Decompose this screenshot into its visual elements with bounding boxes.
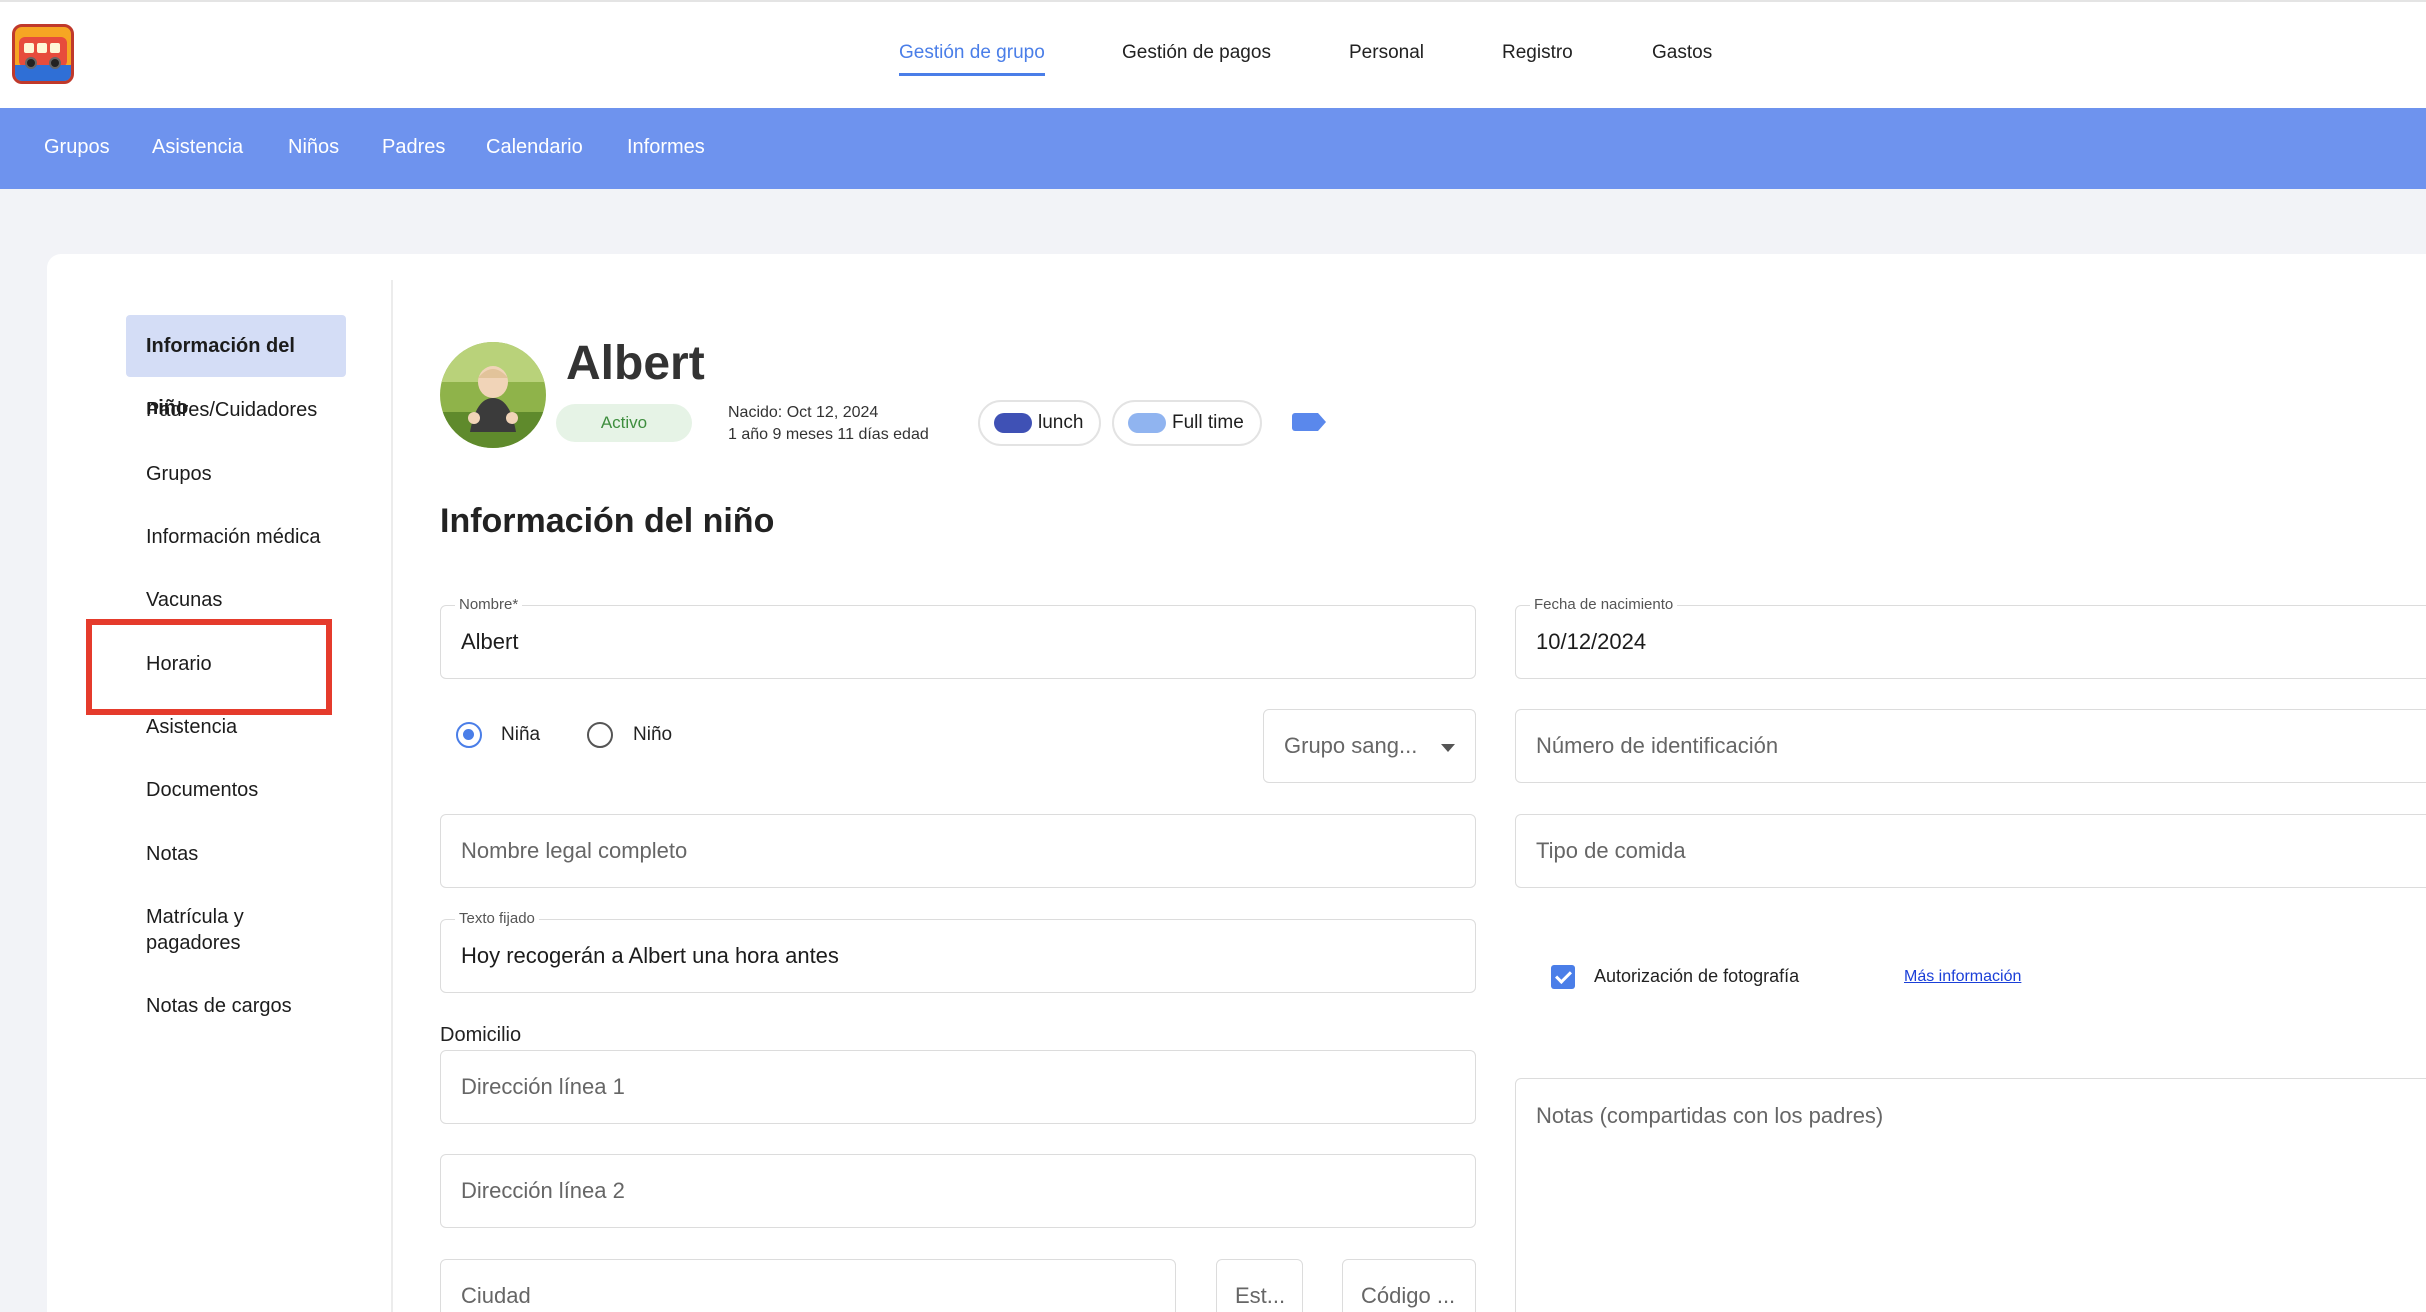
sub-nav-bar: Grupos Asistencia Niños Padres Calendari… bbox=[0, 108, 2426, 189]
sidebar-item-informacion-medica[interactable]: Información médica bbox=[126, 524, 346, 550]
subnav-informes[interactable]: Informes bbox=[627, 136, 705, 159]
address-line-1-field[interactable]: Dirección línea 1 bbox=[440, 1050, 1476, 1124]
food-type-placeholder: Tipo de comida bbox=[1536, 838, 1686, 863]
child-avatar bbox=[440, 342, 546, 448]
birth-date-field[interactable]: Fecha de nacimiento 10/12/2024 bbox=[1515, 596, 2426, 679]
topnav-personal[interactable]: Personal bbox=[1349, 42, 1424, 64]
topnav-gestion-grupo[interactable]: Gestión de grupo bbox=[899, 42, 1045, 76]
food-type-field[interactable]: Tipo de comida bbox=[1515, 814, 2426, 888]
pinned-text-field[interactable]: Texto fijado Hoy recogerán a Albert una … bbox=[440, 910, 1476, 993]
topnav-gastos[interactable]: Gastos bbox=[1652, 42, 1712, 64]
radio-nina[interactable] bbox=[456, 722, 482, 748]
tag-label: Full time bbox=[1172, 412, 1244, 433]
sidebar-item-documentos[interactable]: Documentos bbox=[126, 777, 346, 803]
state-placeholder: Est... bbox=[1235, 1283, 1286, 1308]
chevron-down-icon bbox=[1441, 744, 1455, 752]
highlight-box bbox=[86, 619, 332, 715]
notes-placeholder: Notas (compartidas con los padres) bbox=[1536, 1103, 1884, 1128]
sidebar-item-informacion-nino[interactable]: Información del niño bbox=[126, 315, 346, 419]
state-field[interactable]: Est... bbox=[1216, 1259, 1303, 1312]
first-name-value: Albert bbox=[461, 629, 519, 654]
sidebar-item-padres[interactable]: Padres/Cuidadores bbox=[126, 397, 346, 423]
sidebar-item-notas[interactable]: Notas bbox=[126, 841, 346, 867]
tag-color-dot bbox=[994, 413, 1032, 433]
legal-name-placeholder: Nombre legal completo bbox=[461, 838, 688, 863]
city-placeholder: Ciudad bbox=[461, 1283, 531, 1308]
app-logo[interactable] bbox=[12, 24, 74, 84]
radio-nina-label: Niña bbox=[501, 724, 541, 745]
zip-placeholder: Código ... bbox=[1361, 1283, 1456, 1308]
more-info-link[interactable]: Más información bbox=[1904, 968, 2021, 986]
section-title: Información del niño bbox=[440, 502, 775, 540]
child-name: Albert bbox=[566, 337, 705, 390]
subnav-ninos[interactable]: Niños bbox=[288, 136, 339, 159]
first-name-field[interactable]: Nombre* Albert bbox=[440, 596, 1476, 679]
tag-full-time[interactable]: Full time bbox=[1112, 400, 1262, 446]
status-badge: Activo bbox=[556, 404, 692, 442]
tag-lunch[interactable]: lunch bbox=[978, 400, 1102, 446]
address-line-2-placeholder: Dirección línea 2 bbox=[461, 1178, 625, 1203]
pinned-text-value: Hoy recogerán a Albert una hora antes bbox=[461, 943, 839, 968]
address-line-1-placeholder: Dirección línea 1 bbox=[461, 1074, 625, 1099]
blood-group-placeholder: Grupo sang... bbox=[1284, 733, 1418, 758]
tag-color-dot bbox=[1128, 413, 1166, 433]
sidebar-item-asistencia[interactable]: Asistencia bbox=[126, 714, 346, 740]
topnav-registro[interactable]: Registro bbox=[1502, 42, 1573, 64]
sidebar-item-notas-cargos[interactable]: Notas de cargos bbox=[126, 993, 346, 1019]
birth-info: Nacido: Oct 12, 2024 1 año 9 meses 11 dí… bbox=[728, 402, 929, 446]
sidebar-divider bbox=[391, 280, 393, 1312]
subnav-padres[interactable]: Padres bbox=[382, 136, 445, 159]
sidebar-item-matricula[interactable]: Matrícula y pagadores bbox=[126, 904, 326, 956]
subnav-calendario[interactable]: Calendario bbox=[486, 136, 583, 159]
topnav-gestion-pagos[interactable]: Gestión de pagos bbox=[1122, 42, 1271, 64]
birth-date-value: 10/12/2024 bbox=[1536, 629, 1647, 654]
legal-name-field[interactable]: Nombre legal completo bbox=[440, 814, 1476, 888]
child-age: 1 año 9 meses 11 días edad bbox=[728, 426, 929, 443]
radio-nino[interactable] bbox=[587, 722, 613, 748]
id-number-placeholder: Número de identificación bbox=[1536, 733, 1779, 758]
address-heading: Domicilio bbox=[440, 1024, 522, 1046]
subnav-grupos[interactable]: Grupos bbox=[44, 136, 110, 159]
notes-textarea[interactable]: Notas (compartidas con los padres) bbox=[1515, 1078, 2426, 1312]
id-number-field[interactable]: Número de identificación bbox=[1515, 709, 2426, 783]
zip-field[interactable]: Código ... bbox=[1342, 1259, 1476, 1312]
radio-nino-label: Niño bbox=[633, 724, 673, 745]
subnav-asistencia[interactable]: Asistencia bbox=[152, 136, 243, 159]
born-date: Nacido: Oct 12, 2024 bbox=[728, 404, 879, 421]
address-line-2-field[interactable]: Dirección línea 2 bbox=[440, 1154, 1476, 1228]
add-tag-icon[interactable] bbox=[1292, 413, 1326, 431]
photo-auth-label: Autorización de fotografía bbox=[1594, 966, 1800, 986]
photo-auth-checkbox[interactable] bbox=[1551, 965, 1575, 989]
top-bar: Gestión de grupo Gestión de pagos Person… bbox=[0, 0, 2426, 108]
sidebar-item-grupos[interactable]: Grupos bbox=[126, 461, 346, 487]
sidebar-item-vacunas[interactable]: Vacunas bbox=[126, 587, 346, 613]
blood-group-select[interactable]: Grupo sang... bbox=[1263, 709, 1476, 783]
city-field[interactable]: Ciudad bbox=[440, 1259, 1176, 1312]
tag-label: lunch bbox=[1038, 412, 1084, 433]
